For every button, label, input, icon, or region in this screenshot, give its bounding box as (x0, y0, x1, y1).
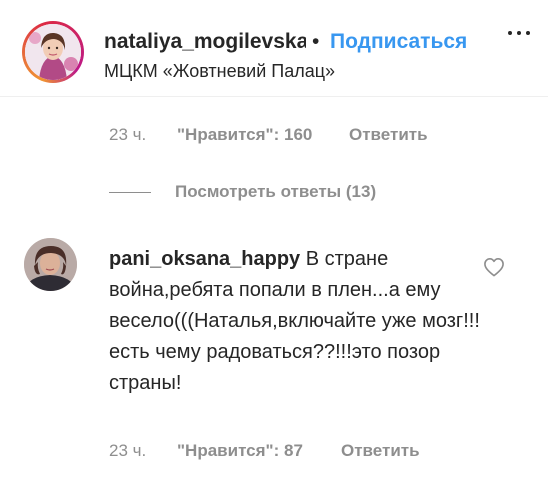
post-location[interactable]: МЦКМ «Жовтневий Палац» (104, 61, 335, 82)
post-header: nataliya_mogilevskaya • Подписаться МЦКМ… (0, 0, 548, 96)
profile-avatar[interactable] (22, 21, 84, 83)
comment-likes-count[interactable]: "Нравится": 160 (177, 125, 312, 145)
reply-button[interactable]: Ответить (349, 125, 428, 145)
profile-avatar-image (25, 24, 81, 80)
view-replies-label: Посмотреть ответы (13) (175, 182, 377, 201)
more-options-icon[interactable] (508, 31, 530, 53)
commenter-username[interactable]: pani_oksana_happy (109, 248, 300, 270)
comment-likes-count[interactable]: "Нравится": 87 (177, 441, 303, 461)
reply-button[interactable]: Ответить (341, 441, 420, 461)
separator-dot: • (312, 30, 320, 53)
comment-body: pani_oksana_happy В стране война,ребята … (109, 244, 481, 399)
comment-timestamp[interactable]: 23 ч. (109, 441, 146, 461)
comment-timestamp[interactable]: 23 ч. (109, 125, 146, 145)
follow-button[interactable]: Подписаться (330, 30, 467, 54)
header-divider (0, 96, 548, 97)
commenter-avatar[interactable] (24, 238, 77, 291)
post-author-username[interactable]: nataliya_mogilevskaya (104, 30, 306, 54)
heart-icon[interactable] (483, 257, 505, 277)
replies-divider-line (109, 192, 151, 193)
